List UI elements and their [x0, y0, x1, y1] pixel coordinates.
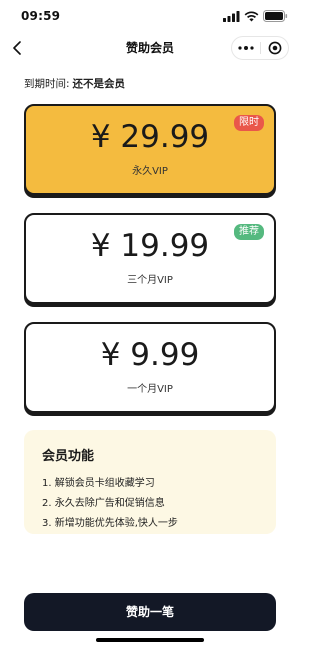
status-icons — [223, 10, 288, 22]
expiry-value: 还不是会员 — [72, 78, 126, 90]
features-title: 会员功能 — [42, 449, 95, 464]
close-target-icon — [268, 41, 282, 55]
feature-item: 3. 新增功能优先体验,快人一步 — [42, 518, 178, 529]
wifi-icon — [244, 10, 259, 21]
status-time: 09:59 — [21, 9, 61, 23]
status-bar: 09:59 — [0, 0, 300, 34]
feature-item: 1. 解锁会员卡组收藏学习 — [42, 478, 155, 489]
expiry-label: 到期时间: — [24, 78, 70, 90]
plan-card-three-months[interactable]: ¥ 19.99 三个月VIP 推荐 — [24, 213, 276, 304]
plan-name: 一个月VIP — [127, 384, 173, 395]
close-button[interactable] — [261, 37, 289, 59]
sponsor-button[interactable]: 赞助一笔 — [24, 593, 276, 631]
features-panel: 会员功能 1. 解锁会员卡组收藏学习 2. 永久去除广告和促销信息 3. 新增功… — [24, 430, 276, 534]
mini-program-capsule — [231, 36, 289, 60]
signal-icon — [223, 10, 240, 22]
more-button[interactable] — [232, 37, 260, 59]
plan-card-lifetime[interactable]: ¥ 29.99 永久VIP 限时 — [24, 104, 276, 195]
more-dots-icon — [238, 46, 254, 50]
feature-item: 2. 永久去除广告和促销信息 — [42, 498, 165, 509]
plan-price: ¥ 9.99 — [100, 337, 200, 373]
plan-name: 三个月VIP — [127, 275, 173, 286]
features-list: 1. 解锁会员卡组收藏学习 2. 永久去除广告和促销信息 3. 新增功能优先体验… — [42, 474, 178, 534]
plan-name: 永久VIP — [132, 166, 168, 177]
expiry-info: 到期时间: 还不是会员 — [24, 76, 125, 91]
home-indicator — [96, 638, 204, 642]
battery-icon — [263, 10, 288, 22]
plan-card-one-month[interactable]: ¥ 9.99 一个月VIP — [24, 322, 276, 413]
nav-bar: 赞助会员 — [0, 34, 300, 62]
recommended-badge: 推荐 — [234, 224, 264, 240]
limited-time-badge: 限时 — [234, 115, 264, 131]
